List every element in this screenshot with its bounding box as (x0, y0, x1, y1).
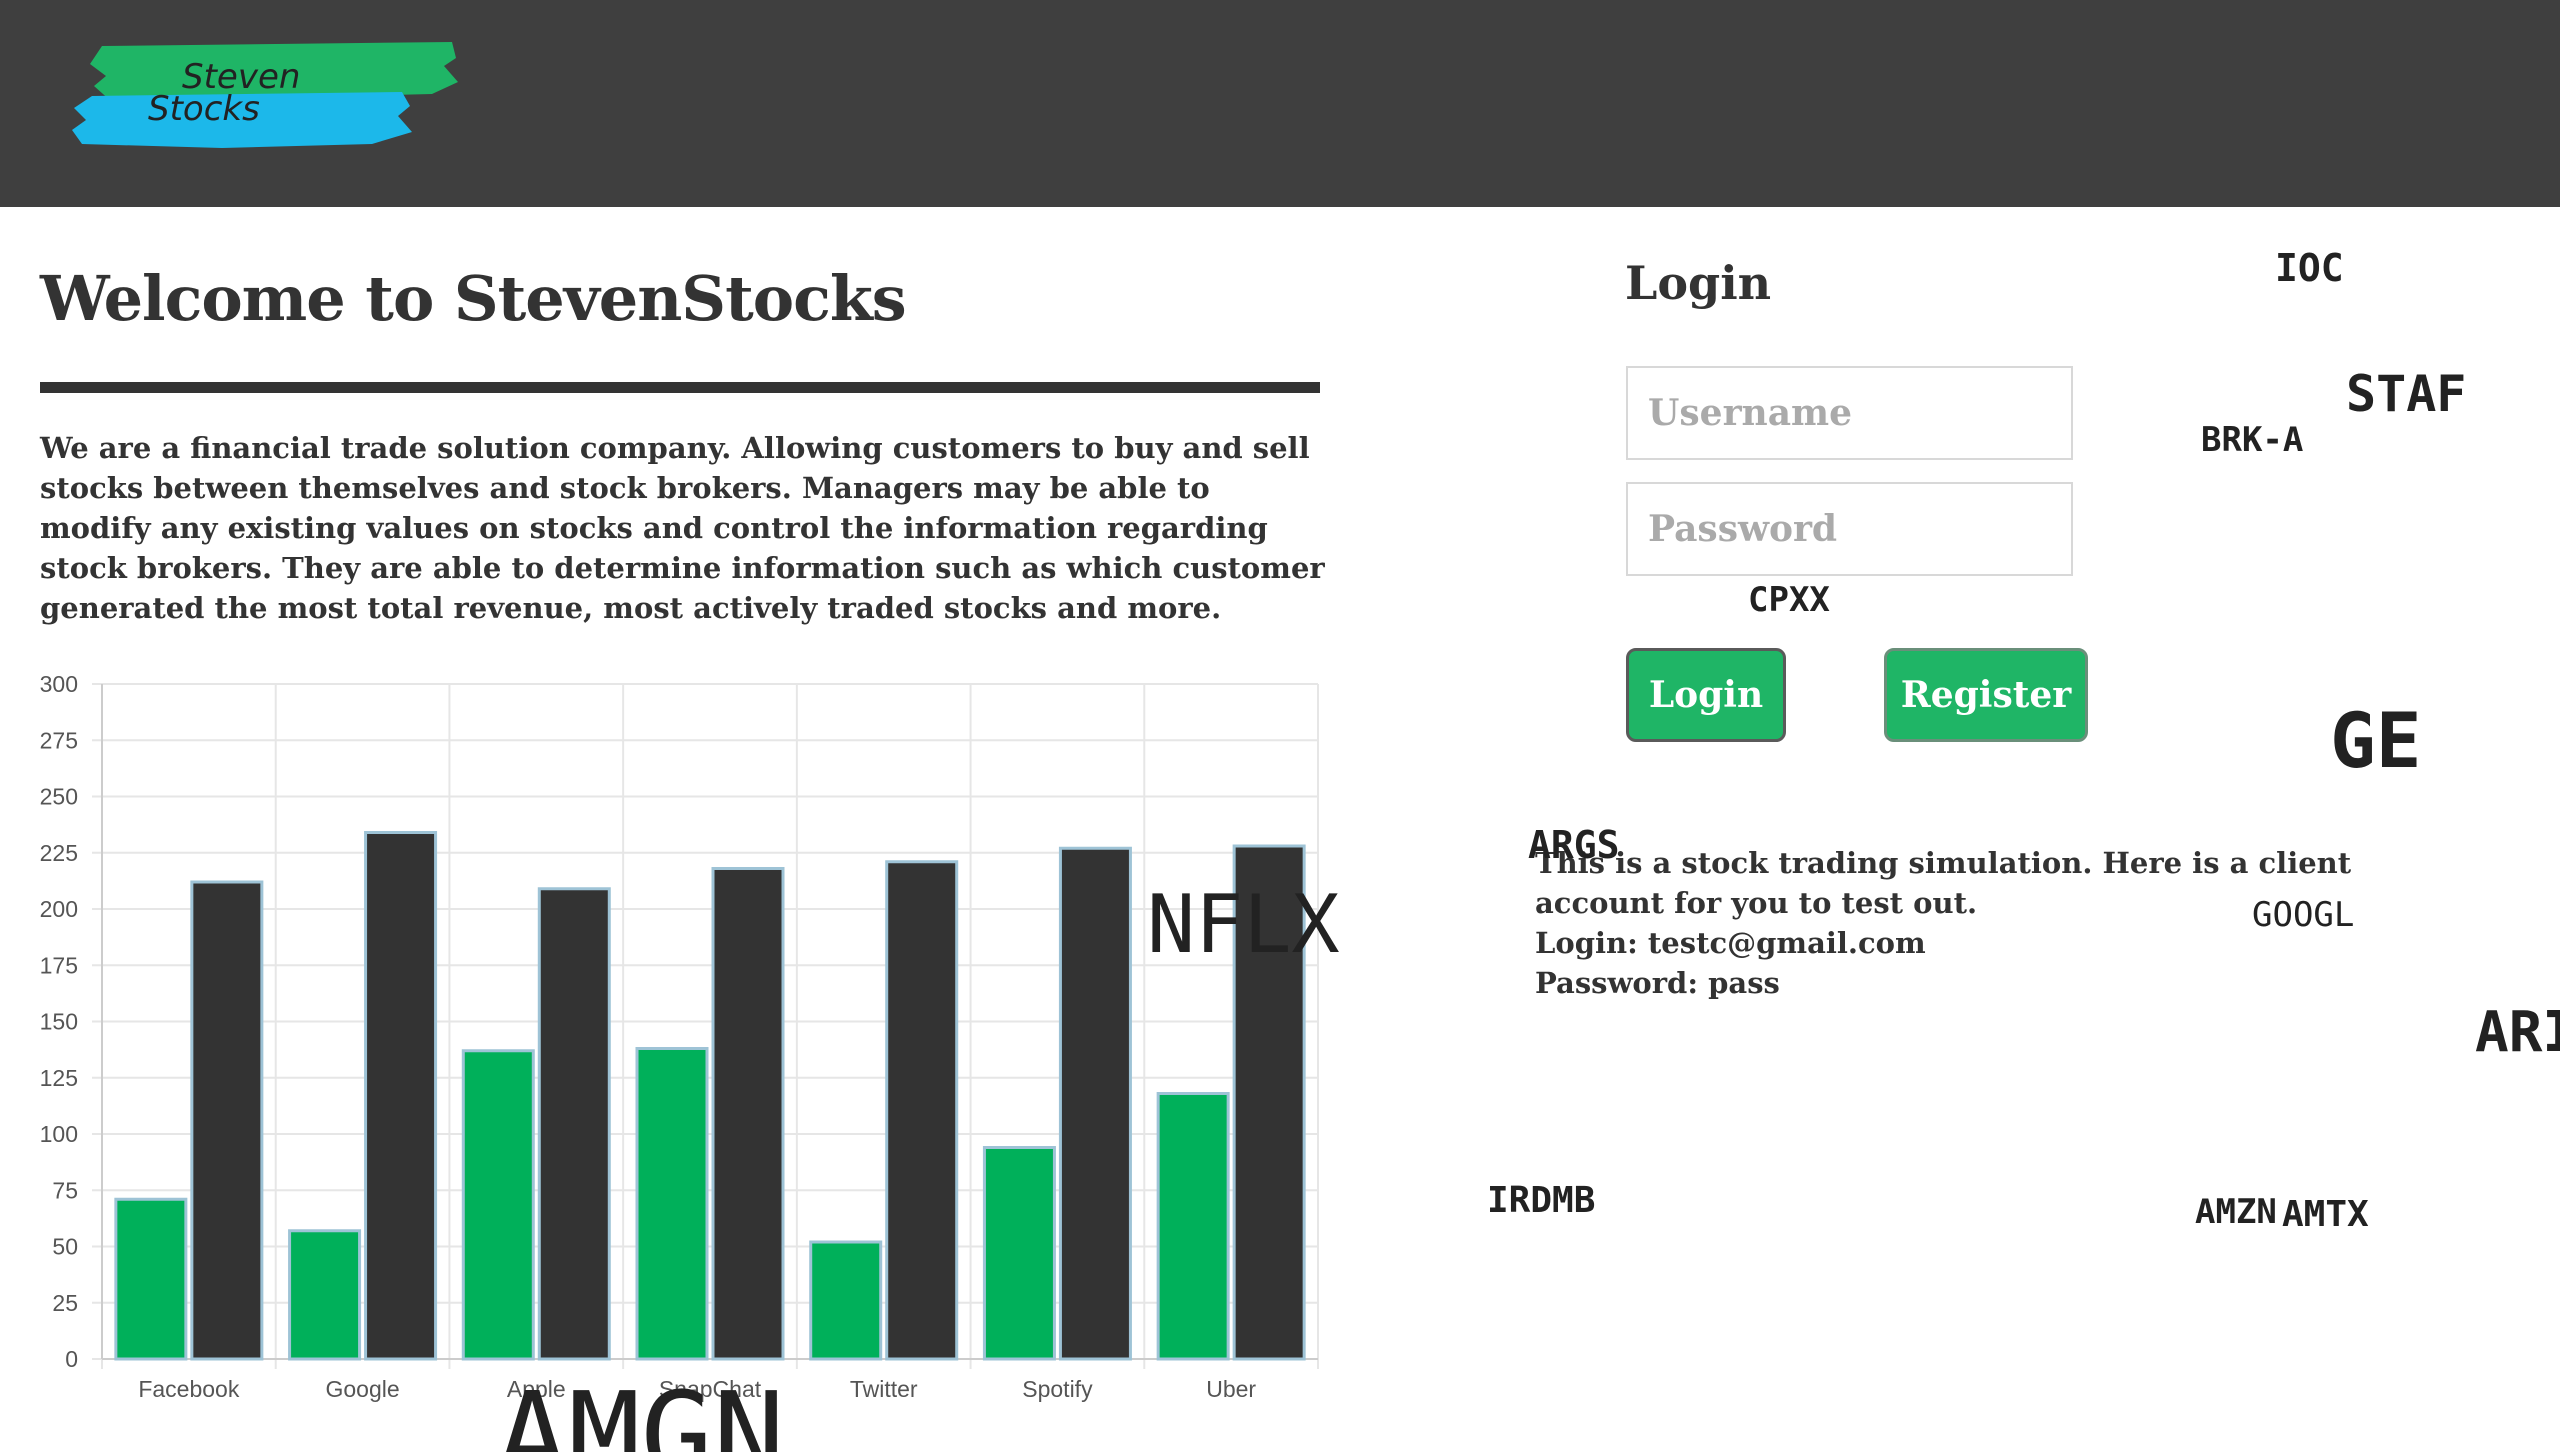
chart-y-tick-label: 50 (52, 1234, 78, 1260)
chart-y-tick-label: 75 (52, 1177, 78, 1203)
chart-bar-google-series2 (364, 831, 438, 1361)
info-password: Password: pass (1535, 966, 1780, 1000)
chart-y-tick-label: 125 (40, 1065, 78, 1091)
ticker-nflx: NFLX (1147, 878, 1340, 971)
steven-stocks-logo[interactable]: Steven Stocks (72, 36, 462, 154)
ticker-ioc: IOC (2275, 246, 2344, 290)
chart-x-tick-label: Facebook (138, 1376, 240, 1402)
chart-x-tick-label: Spotify (1022, 1376, 1093, 1402)
login-button[interactable]: Login (1626, 648, 1786, 742)
chart-y-tick-label: 300 (40, 671, 78, 697)
ticker-ari: ARI (2475, 1000, 2560, 1065)
chart-bar-apple-series2 (537, 887, 611, 1361)
ticker-googl: GOOGL (2252, 895, 2355, 935)
register-button[interactable]: Register (1884, 648, 2088, 742)
login-heading: Login (1625, 256, 1772, 310)
password-input[interactable] (1626, 482, 2073, 576)
chart-bar-facebook-series2 (190, 880, 264, 1361)
chart-x-tick-label: Uber (1206, 1376, 1256, 1402)
chart-bar-uber-series1 (1156, 1092, 1230, 1361)
chart-y-tick-label: 200 (40, 896, 78, 922)
ticker-staf: STAF (2346, 365, 2467, 423)
site-header: Steven Stocks (0, 0, 2560, 207)
chart-bar-spotify-series2 (1058, 846, 1132, 1361)
ticker-ge: GE (2330, 696, 2422, 785)
stock-bar-chart: 0 25 50 75 100 125 150 175 200 225 250 275 300 Facebo… (40, 671, 1319, 1402)
ticker-amtx: AMTX (2282, 1194, 2369, 1235)
page-title: Welcome to StevenStocks (40, 262, 907, 335)
chart-x-tick-label: Google (325, 1376, 399, 1402)
chart-bar-snapchat-series2 (711, 867, 785, 1361)
chart-y-tick-label: 275 (40, 727, 78, 753)
chart-y-tick-label: 175 (40, 952, 78, 978)
chart-bar-twitter-series1 (809, 1240, 883, 1361)
chart-bar-snapchat-series1 (635, 1047, 709, 1361)
chart-x-tick-label: Twitter (850, 1376, 918, 1402)
chart-y-tick-label: 100 (40, 1121, 78, 1147)
logo-text-line2: Stocks (148, 89, 260, 129)
ticker-amgn: AMGN (496, 1378, 785, 1452)
chart-bar-spotify-series1 (982, 1146, 1056, 1361)
chart-y-tick-label: 25 (52, 1290, 78, 1316)
ticker-brk-a: BRK-A (2201, 420, 2304, 460)
ticker-cpxx: CPXX (1748, 580, 1830, 620)
title-divider (40, 382, 1320, 393)
intro-paragraph: We are a financial trade solution compan… (40, 431, 1325, 625)
ticker-amzn: AMZN (2195, 1192, 2277, 1232)
ticker-args: ARGS (1528, 823, 1620, 867)
chart-bar-apple-series1 (461, 1049, 535, 1361)
chart-y-tick-label: 150 (40, 1009, 78, 1035)
chart-y-tick-label: 225 (40, 840, 78, 866)
chart-bar-twitter-series2 (885, 860, 959, 1361)
username-input[interactable] (1626, 366, 2073, 460)
ticker-irdmb: IRDMB (1487, 1180, 1596, 1221)
chart-bar-google-series1 (288, 1229, 362, 1361)
chart-y-tick-label: 0 (65, 1346, 78, 1372)
chart-y-tick-label: 250 (40, 784, 78, 810)
chart-bar-facebook-series1 (114, 1197, 188, 1361)
